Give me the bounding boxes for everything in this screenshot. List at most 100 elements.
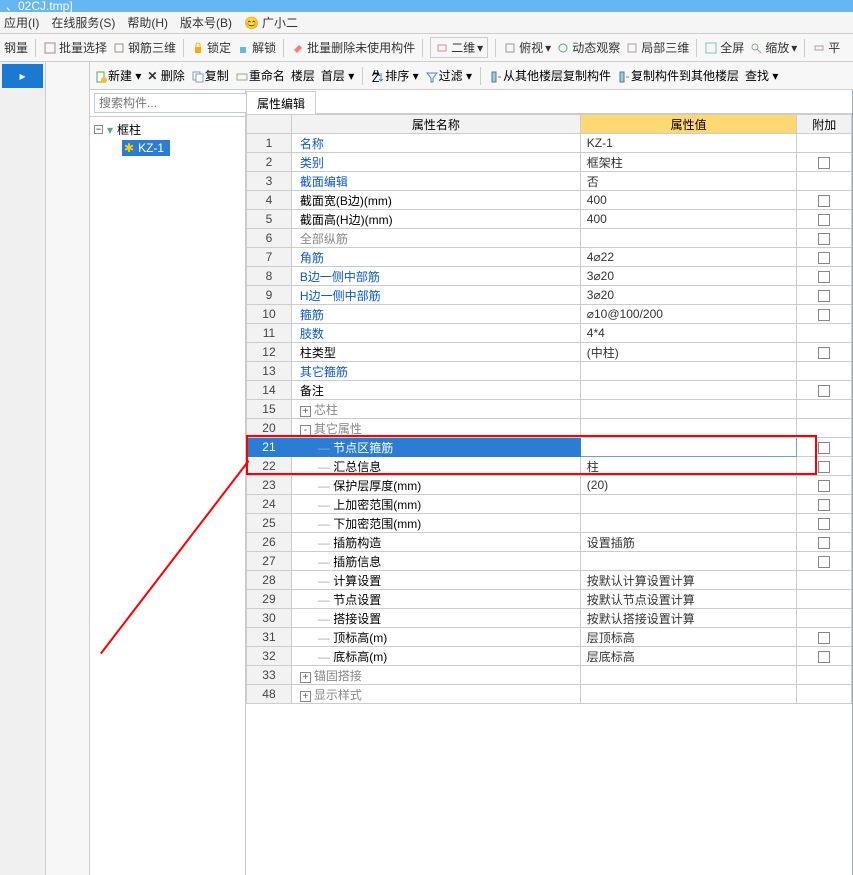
- property-name-cell[interactable]: — 插筋信息: [291, 552, 580, 571]
- property-row[interactable]: 29— 节点设置按默认节点设置计算: [247, 590, 852, 609]
- property-name-cell[interactable]: +芯柱: [291, 400, 580, 419]
- tree-child-item[interactable]: ✱ KZ-1: [122, 140, 170, 156]
- tb-find[interactable]: 查找 ▾: [745, 67, 778, 84]
- property-name-cell[interactable]: 肢数: [291, 324, 580, 343]
- tb-batch-amount[interactable]: 钢量: [4, 39, 28, 56]
- property-row[interactable]: 7角筋4⌀22: [247, 248, 852, 267]
- property-row[interactable]: 14备注: [247, 381, 852, 400]
- property-extra-cell[interactable]: [797, 286, 852, 305]
- property-row[interactable]: 6全部纵筋: [247, 229, 852, 248]
- tb-zoom[interactable]: 缩放 ▾: [749, 39, 797, 56]
- property-extra-cell[interactable]: [797, 590, 852, 609]
- menu-apply[interactable]: 应用(I): [4, 14, 39, 31]
- property-row[interactable]: 2类别框架柱: [247, 153, 852, 172]
- property-value-cell[interactable]: 按默认计算设置计算: [580, 571, 797, 590]
- property-row[interactable]: 3截面编辑否: [247, 172, 852, 191]
- property-name-cell[interactable]: — 上加密范围(mm): [291, 495, 580, 514]
- property-name-cell[interactable]: +显示样式: [291, 685, 580, 704]
- property-name-cell[interactable]: — 节点设置: [291, 590, 580, 609]
- menu-help[interactable]: 帮助(H): [127, 14, 168, 31]
- menu-online[interactable]: 在线服务(S): [51, 14, 115, 31]
- property-value-cell[interactable]: [580, 400, 797, 419]
- property-value-cell[interactable]: [580, 438, 797, 457]
- property-extra-cell[interactable]: [797, 400, 852, 419]
- expand-icon[interactable]: +: [300, 672, 311, 683]
- tab-property-edit[interactable]: 属性编辑: [246, 91, 316, 114]
- collapse-icon[interactable]: −: [94, 125, 103, 134]
- property-extra-cell[interactable]: [797, 134, 852, 153]
- property-row[interactable]: 30— 搭接设置按默认搭接设置计算: [247, 609, 852, 628]
- checkbox[interactable]: [818, 518, 830, 530]
- property-extra-cell[interactable]: [797, 210, 852, 229]
- property-name-cell[interactable]: 截面宽(B边)(mm): [291, 191, 580, 210]
- property-row[interactable]: 21— 节点区箍筋: [247, 438, 852, 457]
- tb-batch-delete-unused[interactable]: 批量删除未使用构件: [291, 39, 415, 56]
- tb-local-3d[interactable]: 局部三维: [625, 39, 689, 56]
- tb-rename[interactable]: 重命名: [235, 67, 285, 84]
- property-row[interactable]: 48+显示样式: [247, 685, 852, 704]
- property-value-cell[interactable]: 设置插筋: [580, 533, 797, 552]
- property-extra-cell[interactable]: [797, 229, 852, 248]
- property-name-cell[interactable]: — 顶标高(m): [291, 628, 580, 647]
- property-name-cell[interactable]: -其它属性: [291, 419, 580, 438]
- property-row[interactable]: 27— 插筋信息: [247, 552, 852, 571]
- property-name-cell[interactable]: — 节点区箍筋: [291, 438, 580, 457]
- property-value-cell[interactable]: 3⌀20: [580, 286, 797, 305]
- property-value-cell[interactable]: KZ-1: [580, 134, 797, 153]
- property-extra-cell[interactable]: [797, 438, 852, 457]
- property-row[interactable]: 5截面高(H边)(mm)400: [247, 210, 852, 229]
- property-value-cell[interactable]: [580, 495, 797, 514]
- tb-orbit[interactable]: 动态观察: [556, 39, 620, 56]
- property-extra-cell[interactable]: [797, 647, 852, 666]
- property-value-cell[interactable]: 400: [580, 191, 797, 210]
- property-name-cell[interactable]: H边一侧中部筋: [291, 286, 580, 305]
- property-row[interactable]: 10箍筋⌀10@100/200: [247, 305, 852, 324]
- tb-batch-select[interactable]: 批量选择: [43, 39, 107, 56]
- property-row[interactable]: 26— 插筋构造设置插筋: [247, 533, 852, 552]
- property-extra-cell[interactable]: [797, 362, 852, 381]
- property-row[interactable]: 23— 保护层厚度(mm)(20): [247, 476, 852, 495]
- property-name-cell[interactable]: B边一侧中部筋: [291, 267, 580, 286]
- expand-icon[interactable]: +: [300, 406, 311, 417]
- property-value-cell[interactable]: 4⌀22: [580, 248, 797, 267]
- checkbox[interactable]: [818, 252, 830, 264]
- property-name-cell[interactable]: — 底标高(m): [291, 647, 580, 666]
- property-name-cell[interactable]: — 下加密范围(mm): [291, 514, 580, 533]
- property-row[interactable]: 25— 下加密范围(mm): [247, 514, 852, 533]
- property-extra-cell[interactable]: [797, 324, 852, 343]
- property-value-cell[interactable]: 否: [580, 172, 797, 191]
- checkbox[interactable]: [818, 233, 830, 245]
- property-extra-cell[interactable]: [797, 476, 852, 495]
- checkbox[interactable]: [818, 214, 830, 226]
- property-name-cell[interactable]: — 保护层厚度(mm): [291, 476, 580, 495]
- property-name-cell[interactable]: — 插筋构造: [291, 533, 580, 552]
- property-row[interactable]: 4截面宽(B边)(mm)400: [247, 191, 852, 210]
- property-extra-cell[interactable]: [797, 685, 852, 704]
- property-extra-cell[interactable]: [797, 628, 852, 647]
- property-value-cell[interactable]: [580, 229, 797, 248]
- property-value-cell[interactable]: [580, 362, 797, 381]
- property-extra-cell[interactable]: [797, 666, 852, 685]
- tb-copy-to-floor[interactable]: 复制构件到其他楼层: [617, 67, 739, 84]
- checkbox[interactable]: [818, 347, 830, 359]
- property-name-cell[interactable]: +锚固搭接: [291, 666, 580, 685]
- property-extra-cell[interactable]: [797, 248, 852, 267]
- tb-copy-from-floor[interactable]: 从其他楼层复制构件: [489, 67, 611, 84]
- property-name-cell[interactable]: 柱类型: [291, 343, 580, 362]
- checkbox[interactable]: [818, 290, 830, 302]
- tb-rebar-3d[interactable]: 钢筋三维: [112, 39, 176, 56]
- property-value-cell[interactable]: (20): [580, 476, 797, 495]
- property-name-cell[interactable]: 截面高(H边)(mm): [291, 210, 580, 229]
- checkbox[interactable]: [818, 195, 830, 207]
- property-extra-cell[interactable]: [797, 495, 852, 514]
- property-value-cell[interactable]: 按默认节点设置计算: [580, 590, 797, 609]
- property-row[interactable]: 22— 汇总信息柱: [247, 457, 852, 476]
- tb-unlock[interactable]: 解锁: [236, 39, 276, 56]
- property-row[interactable]: 11肢数4*4: [247, 324, 852, 343]
- property-extra-cell[interactable]: [797, 457, 852, 476]
- tb-view-mode-dropdown[interactable]: 二维 ▾: [430, 37, 488, 58]
- tb-lock[interactable]: 锁定: [191, 39, 231, 56]
- property-row[interactable]: 15+芯柱: [247, 400, 852, 419]
- property-extra-cell[interactable]: [797, 172, 852, 191]
- checkbox[interactable]: [818, 461, 830, 473]
